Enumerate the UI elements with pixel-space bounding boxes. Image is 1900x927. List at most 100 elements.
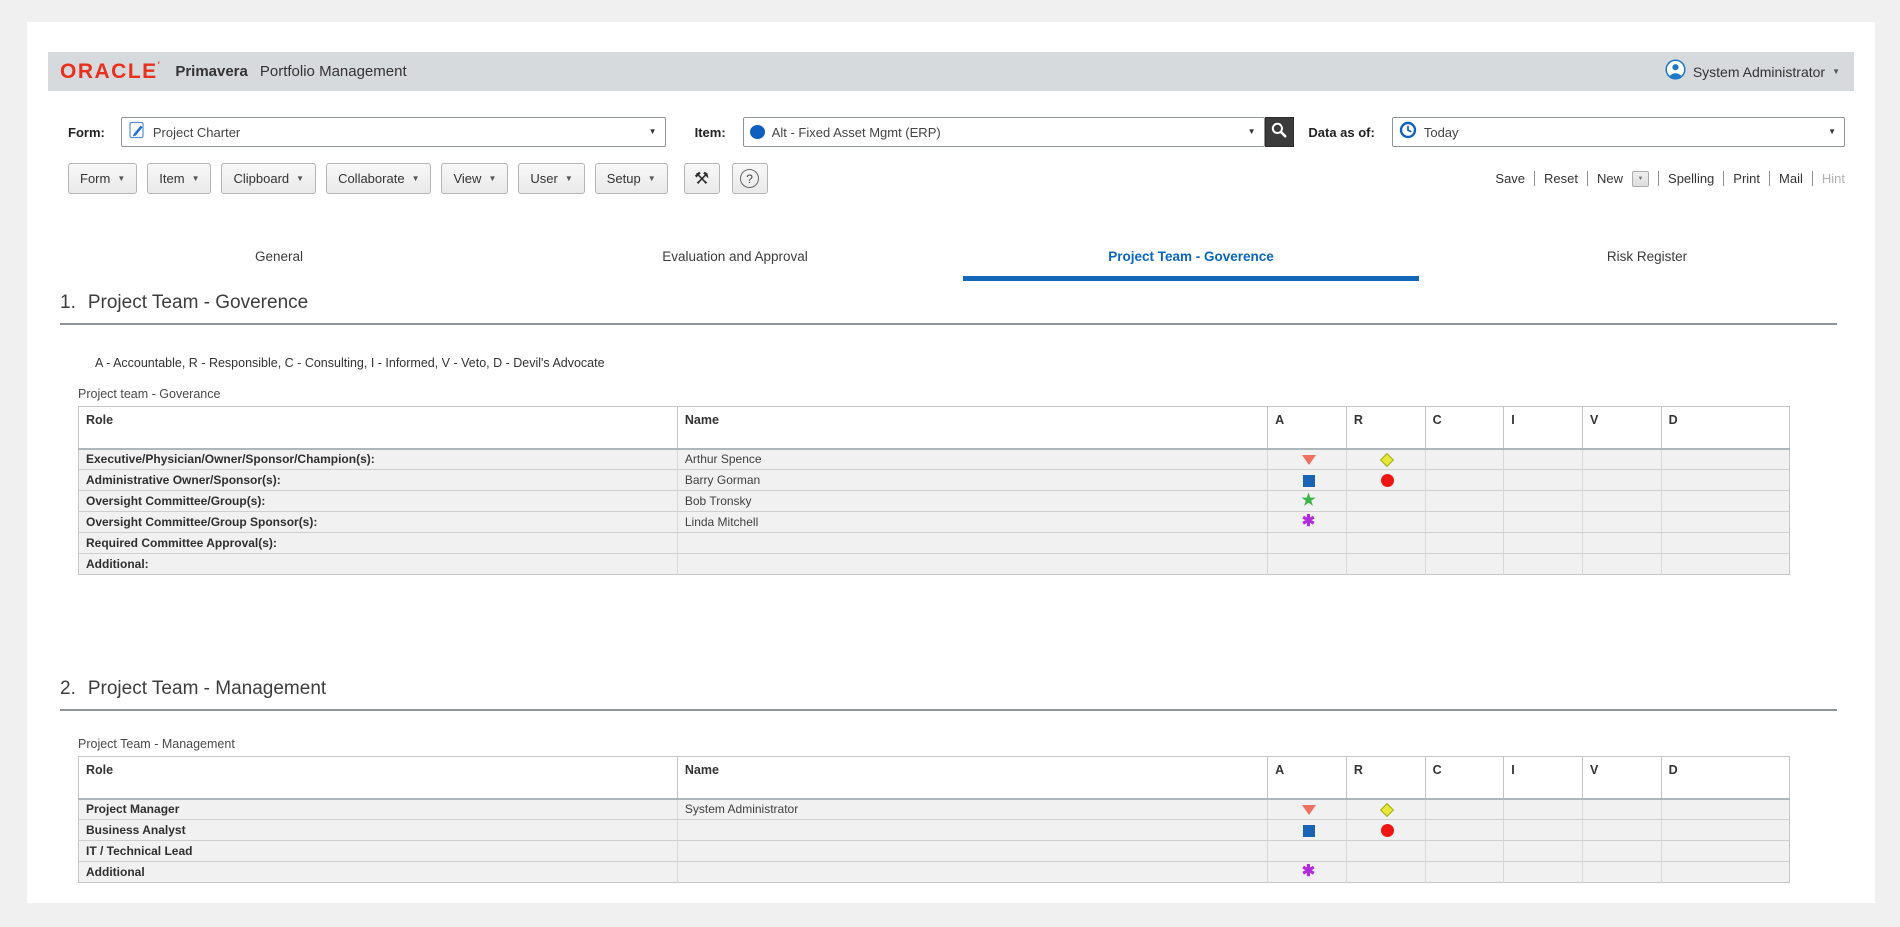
mark-cell-i[interactable]: [1504, 554, 1583, 575]
action-link-save[interactable]: Save: [1495, 171, 1525, 186]
mark-cell-d[interactable]: [1661, 841, 1789, 862]
mark-cell-c[interactable]: [1425, 841, 1504, 862]
mark-cell-d[interactable]: [1661, 554, 1789, 575]
menu-button-clipboard[interactable]: Clipboard▼: [221, 163, 316, 194]
name-cell[interactable]: Bob Tronsky: [677, 491, 1267, 512]
mark-cell-d[interactable]: [1661, 491, 1789, 512]
menu-button-collaborate[interactable]: Collaborate▼: [326, 163, 431, 194]
mark-cell-a[interactable]: [1268, 449, 1347, 470]
mark-cell-r[interactable]: [1346, 820, 1425, 841]
mark-cell-v[interactable]: [1582, 491, 1661, 512]
mark-cell-a[interactable]: ✱: [1268, 512, 1347, 533]
mark-cell-d[interactable]: [1661, 820, 1789, 841]
tab-evaluation-and-approval[interactable]: Evaluation and Approval: [507, 240, 963, 281]
data-as-of-select[interactable]: Today ▼: [1392, 117, 1845, 147]
mark-cell-r[interactable]: [1346, 799, 1425, 820]
name-cell[interactable]: [677, 841, 1267, 862]
mark-cell-c[interactable]: [1425, 533, 1504, 554]
mark-cell-d[interactable]: [1661, 862, 1789, 883]
asterisk-icon: ✱: [1302, 865, 1315, 879]
mark-cell-d[interactable]: [1661, 533, 1789, 554]
mark-cell-c[interactable]: [1425, 449, 1504, 470]
menu-button-user[interactable]: User▼: [518, 163, 584, 194]
name-cell[interactable]: Barry Gorman: [677, 470, 1267, 491]
raci-legend: A - Accountable, R - Responsible, C - Co…: [95, 356, 1875, 370]
user-menu[interactable]: System Administrator ▼: [1665, 59, 1840, 85]
mark-cell-i[interactable]: [1504, 512, 1583, 533]
mark-cell-c[interactable]: [1425, 820, 1504, 841]
table-row: IT / Technical Lead: [79, 841, 1790, 862]
mark-cell-d[interactable]: [1661, 449, 1789, 470]
mark-cell-d[interactable]: [1661, 512, 1789, 533]
action-link-mail[interactable]: Mail: [1779, 171, 1803, 186]
form-select[interactable]: Project Charter ▼: [121, 117, 666, 147]
mark-cell-a[interactable]: [1268, 554, 1347, 575]
mark-cell-r[interactable]: [1346, 862, 1425, 883]
action-link-hint[interactable]: Hint: [1822, 171, 1845, 186]
new-dropdown-button[interactable]: ▼: [1632, 171, 1649, 187]
mark-cell-i[interactable]: [1504, 491, 1583, 512]
mark-cell-c[interactable]: [1425, 512, 1504, 533]
mark-cell-c[interactable]: [1425, 554, 1504, 575]
mark-cell-i[interactable]: [1504, 799, 1583, 820]
mark-cell-a[interactable]: [1268, 820, 1347, 841]
name-cell[interactable]: [677, 862, 1267, 883]
mark-cell-c[interactable]: [1425, 491, 1504, 512]
mark-cell-c[interactable]: [1425, 799, 1504, 820]
mark-cell-i[interactable]: [1504, 470, 1583, 491]
help-button[interactable]: ?: [732, 163, 768, 194]
mark-cell-a[interactable]: [1268, 533, 1347, 554]
mark-cell-r[interactable]: [1346, 449, 1425, 470]
mark-cell-a[interactable]: [1268, 470, 1347, 491]
mark-cell-v[interactable]: [1582, 862, 1661, 883]
tab-general[interactable]: General: [51, 240, 507, 281]
mark-cell-v[interactable]: [1582, 470, 1661, 491]
mark-cell-v[interactable]: [1582, 512, 1661, 533]
mark-cell-r[interactable]: [1346, 533, 1425, 554]
mark-cell-r[interactable]: [1346, 512, 1425, 533]
mark-cell-r[interactable]: [1346, 491, 1425, 512]
name-cell[interactable]: [677, 533, 1267, 554]
name-cell[interactable]: System Administrator: [677, 799, 1267, 820]
menu-button-item[interactable]: Item▼: [147, 163, 211, 194]
action-link-spelling[interactable]: Spelling: [1668, 171, 1714, 186]
mark-cell-d[interactable]: [1661, 799, 1789, 820]
mark-cell-a[interactable]: [1268, 799, 1347, 820]
menu-button-view[interactable]: View▼: [441, 163, 508, 194]
name-cell[interactable]: Linda Mitchell: [677, 512, 1267, 533]
mark-cell-i[interactable]: [1504, 449, 1583, 470]
mark-cell-a[interactable]: ★: [1268, 491, 1347, 512]
mark-cell-d[interactable]: [1661, 470, 1789, 491]
action-link-new[interactable]: New: [1597, 171, 1623, 186]
name-cell[interactable]: [677, 820, 1267, 841]
mark-cell-i[interactable]: [1504, 841, 1583, 862]
item-select[interactable]: Alt - Fixed Asset Mgmt (ERP) ▼: [743, 117, 1265, 147]
mark-cell-a[interactable]: ✱: [1268, 862, 1347, 883]
action-link-reset[interactable]: Reset: [1544, 171, 1578, 186]
mark-cell-a[interactable]: [1268, 841, 1347, 862]
mark-cell-i[interactable]: [1504, 820, 1583, 841]
item-search-button[interactable]: [1265, 117, 1295, 147]
name-cell[interactable]: Arthur Spence: [677, 449, 1267, 470]
tools-button[interactable]: ⚒: [684, 163, 720, 194]
tab-risk-register[interactable]: Risk Register: [1419, 240, 1875, 281]
tab-project-team-goverence[interactable]: Project Team - Goverence: [963, 240, 1419, 281]
mark-cell-v[interactable]: [1582, 449, 1661, 470]
mark-cell-r[interactable]: [1346, 470, 1425, 491]
mark-cell-v[interactable]: [1582, 799, 1661, 820]
mark-cell-v[interactable]: [1582, 820, 1661, 841]
mark-cell-v[interactable]: [1582, 533, 1661, 554]
mark-cell-r[interactable]: [1346, 554, 1425, 575]
mark-cell-c[interactable]: [1425, 470, 1504, 491]
mark-cell-i[interactable]: [1504, 862, 1583, 883]
action-link-print[interactable]: Print: [1733, 171, 1760, 186]
mark-cell-c[interactable]: [1425, 862, 1504, 883]
mark-cell-i[interactable]: [1504, 533, 1583, 554]
mark-cell-v[interactable]: [1582, 841, 1661, 862]
mark-cell-v[interactable]: [1582, 554, 1661, 575]
mark-cell-r[interactable]: [1346, 841, 1425, 862]
separator: [1723, 171, 1724, 186]
name-cell[interactable]: [677, 554, 1267, 575]
menu-button-form[interactable]: Form▼: [68, 163, 137, 194]
menu-button-setup[interactable]: Setup▼: [595, 163, 668, 194]
